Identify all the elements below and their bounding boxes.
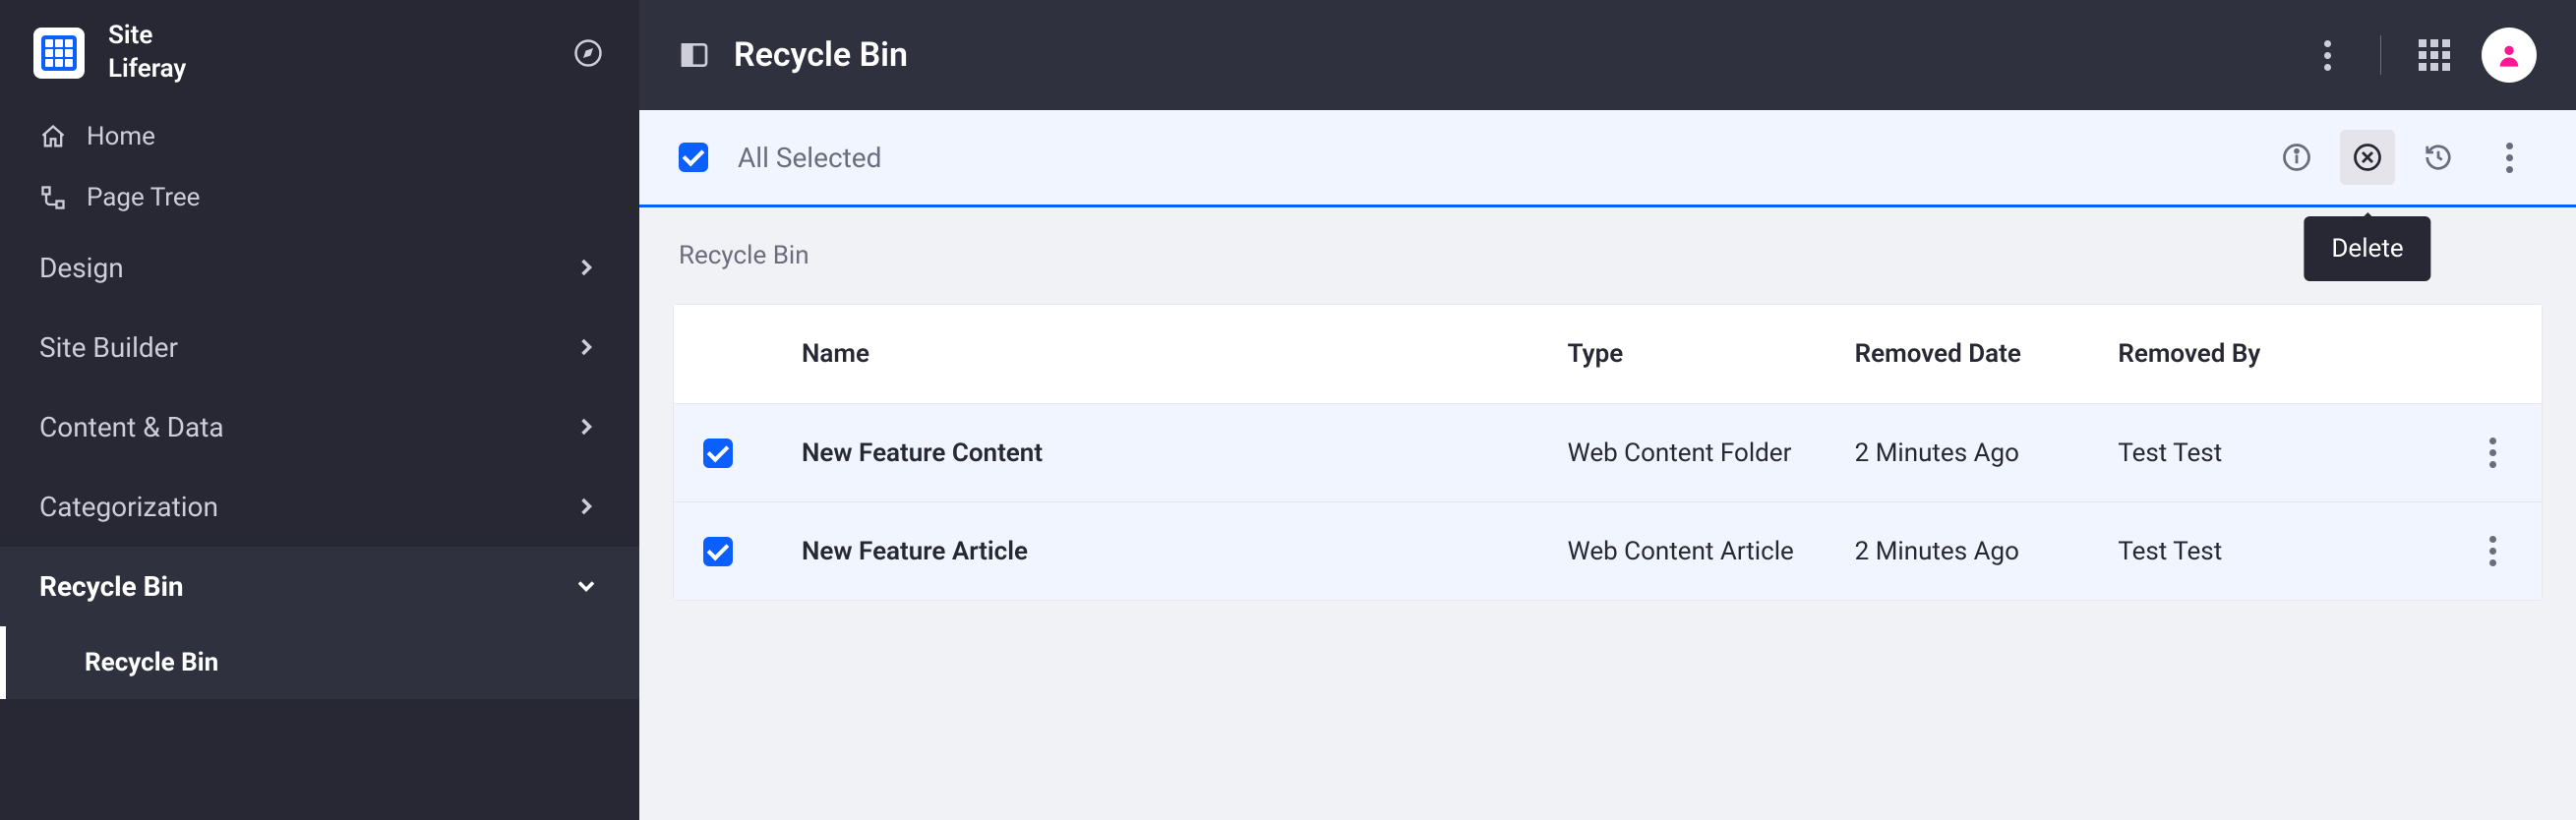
recycle-bin-table: Name Type Removed Date Removed By New Fe…: [673, 304, 2543, 601]
restore-button[interactable]: [2411, 130, 2466, 185]
page-title: Recycle Bin: [734, 35, 908, 75]
sidebar-header: Site Liferay: [0, 0, 639, 106]
chevron-down-icon: [572, 572, 600, 600]
chevron-right-icon: [572, 254, 600, 281]
topbar: Recycle Bin: [639, 0, 2576, 110]
sidebar-section-design[interactable]: Design: [0, 228, 639, 308]
apps-grid-icon: [2419, 39, 2450, 71]
cell-name: New Feature Content: [802, 439, 1568, 468]
delete-button[interactable]: Delete: [2340, 130, 2395, 185]
main-area: Recycle Bin All Selected: [639, 0, 2576, 820]
sidebar-sub-recycle-bin[interactable]: Recycle Bin: [0, 626, 639, 699]
home-icon: [39, 123, 67, 150]
sidebar-section-label: Design: [39, 252, 124, 284]
chevron-right-icon: [572, 493, 600, 520]
toolbar-kebab-button[interactable]: [2482, 130, 2537, 185]
cell-removed-by: Test Test: [2118, 439, 2453, 468]
sidebar-section-site-builder[interactable]: Site Builder: [0, 308, 639, 387]
sidebar: Site Liferay Home Page Tree Design Site …: [0, 0, 639, 820]
sidebar-section-label: Content & Data: [39, 411, 224, 443]
column-removed-date[interactable]: Removed Date: [1855, 339, 2119, 369]
selection-toolbar: All Selected Delete: [639, 110, 2576, 207]
kebab-icon: [2506, 143, 2513, 173]
column-type[interactable]: Type: [1568, 339, 1855, 369]
chevron-right-icon: [572, 413, 600, 440]
row-checkbox[interactable]: [703, 537, 733, 566]
site-label: Site: [108, 20, 186, 53]
cell-type: Web Content Article: [1568, 537, 1855, 566]
cell-removed-by: Test Test: [2118, 537, 2453, 566]
user-icon: [2495, 41, 2523, 69]
info-icon: [2282, 143, 2311, 172]
breadcrumb: Recycle Bin: [639, 207, 2576, 304]
kebab-icon: [2324, 40, 2331, 71]
table-row[interactable]: New Feature Content Web Content Folder 2…: [674, 403, 2542, 501]
sidebar-section-label: Site Builder: [39, 331, 178, 364]
kebab-icon: [2489, 438, 2496, 468]
site-logo[interactable]: [33, 28, 85, 79]
cell-removed-date: 2 Minutes Ago: [1855, 439, 2119, 468]
sidebar-item-label: Home: [87, 122, 155, 151]
user-avatar[interactable]: [2482, 28, 2537, 83]
topbar-kebab-button[interactable]: [2307, 35, 2347, 75]
apps-grid-button[interactable]: [2415, 35, 2454, 75]
sidebar-item-page-tree[interactable]: Page Tree: [0, 167, 639, 228]
panel-toggle-icon[interactable]: [679, 39, 710, 71]
sidebar-section-label: Recycle Bin: [39, 570, 184, 603]
sidebar-section-recycle-bin[interactable]: Recycle Bin: [0, 547, 639, 626]
sidebar-sub-label: Recycle Bin: [85, 648, 218, 677]
row-checkbox[interactable]: [703, 439, 733, 468]
sidebar-section-label: Categorization: [39, 491, 218, 523]
compass-button[interactable]: [570, 35, 606, 71]
cell-name: New Feature Article: [802, 537, 1568, 566]
kebab-icon: [2489, 536, 2496, 566]
info-button[interactable]: [2269, 130, 2324, 185]
page-tree-icon: [39, 184, 67, 211]
site-title-block: Site Liferay: [108, 20, 186, 87]
sidebar-section-categorization[interactable]: Categorization: [0, 467, 639, 547]
history-icon: [2424, 143, 2453, 172]
site-name: Liferay: [108, 53, 186, 87]
sidebar-item-label: Page Tree: [87, 183, 200, 212]
cell-removed-date: 2 Minutes Ago: [1855, 537, 2119, 566]
select-all-checkbox[interactable]: [679, 143, 708, 172]
column-name[interactable]: Name: [802, 339, 1568, 369]
delete-tooltip: Delete: [2304, 216, 2430, 281]
topbar-divider: [2380, 35, 2381, 75]
row-kebab-button[interactable]: [2473, 532, 2512, 571]
sidebar-section-content-data[interactable]: Content & Data: [0, 387, 639, 467]
chevron-right-icon: [572, 333, 600, 361]
select-all-label: All Selected: [738, 142, 2240, 174]
table-row[interactable]: New Feature Article Web Content Article …: [674, 501, 2542, 600]
compass-icon: [573, 38, 603, 68]
table-header-row: Name Type Removed Date Removed By: [674, 305, 2542, 403]
sidebar-item-home[interactable]: Home: [0, 106, 639, 167]
column-removed-by[interactable]: Removed By: [2118, 339, 2453, 369]
cell-type: Web Content Folder: [1568, 439, 1855, 468]
row-kebab-button[interactable]: [2473, 434, 2512, 473]
delete-icon: [2353, 143, 2382, 172]
